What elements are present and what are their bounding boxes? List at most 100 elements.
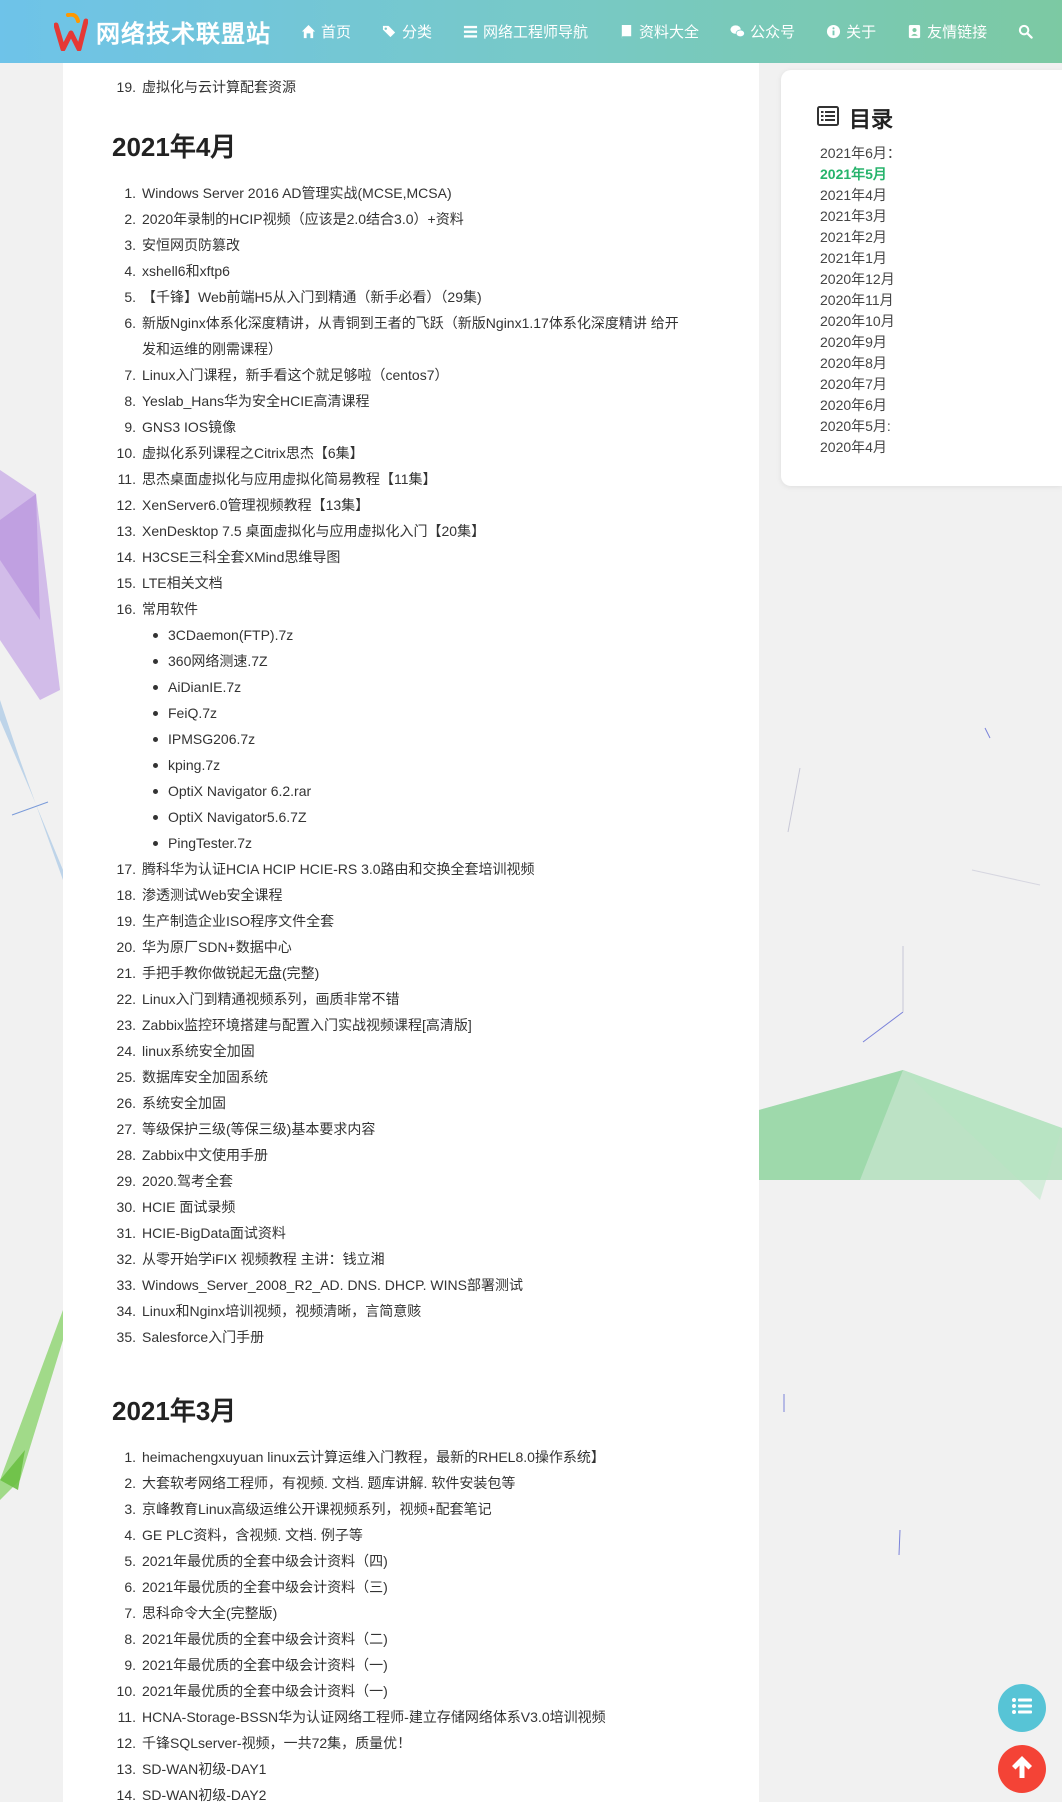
list-item[interactable]: 17. 腾科华为认证HCIA HCIP HCIE-RS 3.0路由和交换全套培训视… [112, 856, 692, 882]
toc-link[interactable]: 2021年6月： [820, 143, 901, 164]
list-item[interactable]: 31. HCIE-BigData面试资料 [112, 1220, 692, 1246]
list-item[interactable]: 29. 2020.驾考全套 [112, 1168, 692, 1194]
list-item[interactable]: 1. heimachengxuyuan linux云计算运维入门教程，最新的RHE… [112, 1444, 692, 1470]
list-item[interactable]: 35. Salesforce入门手册 [112, 1324, 692, 1350]
toc-link[interactable]: 2021年3月 [820, 206, 901, 227]
list-item[interactable]: 27. 等级保护三级(等保三级)基本要求内容 [112, 1116, 692, 1142]
list-item[interactable]: 18. 渗透测试Web安全课程 [112, 882, 692, 908]
list-item[interactable]: 7. 思科命令大全(完整版) [112, 1600, 692, 1626]
toc-link[interactable]: 2021年2月 [820, 227, 901, 248]
software-item[interactable]: 360网络测速.7Z [153, 648, 759, 674]
list-item[interactable]: 1. Windows Server 2016 AD管理实战(MCSE,MCSA) [112, 180, 692, 206]
info-icon [825, 24, 841, 40]
nav-categories[interactable]: 分类 [381, 21, 432, 42]
list-item[interactable]: 34. Linux和Nginx培训视频，视频清晰，言简意赅 [112, 1298, 692, 1324]
list-item-text: 安恒网页防篡改 [142, 237, 240, 253]
list-item[interactable]: 25. 数据库安全加固系统 [112, 1064, 692, 1090]
list-item-text: 2021年最优质的全套中级会计资料（二) [142, 1631, 388, 1647]
list-item[interactable]: 4. xshell6和xftp6 [112, 258, 692, 284]
list-item[interactable]: 3. 京峰教育Linux高级运维公开课视频系列，视频+配套笔记 [112, 1496, 692, 1522]
list-item[interactable]: 15. LTE相关文档 [112, 570, 692, 596]
nav-about[interactable]: 关于 [825, 21, 876, 42]
list-item[interactable]: 28. Zabbix中文使用手册 [112, 1142, 692, 1168]
list-item[interactable]: 11. HCNA-Storage-BSSN华为认证网络工程师-建立存储网络体系V3… [112, 1704, 692, 1730]
list-item-text: 2020.驾考全套 [142, 1173, 234, 1189]
list-item[interactable]: 9. 2021年最优质的全套中级会计资料（一) [112, 1652, 692, 1678]
toc-link[interactable]: 2020年7月 [820, 374, 901, 395]
software-item[interactable]: PingTester.7z [153, 830, 759, 856]
list-item[interactable]: 7. Linux入门课程，新手看这个就足够啦（centos7） [112, 362, 692, 388]
list-item[interactable]: 16. 常用软件 [112, 596, 692, 622]
toc-link[interactable]: 2020年4月 [820, 437, 901, 458]
list-item[interactable]: 30. HCIE 面试录频 [112, 1194, 692, 1220]
list-item-text: 大套软考网络工程师，有视频. 文档. 题库讲解. 软件安装包等 [142, 1475, 516, 1491]
nav-wechat[interactable]: 公众号 [729, 21, 795, 42]
toc-header: 目录 [817, 102, 893, 134]
list-item[interactable]: 11. 思杰桌面虚拟化与应用虚拟化简易教程【11集】 [112, 466, 692, 492]
list-item[interactable]: 20. 华为原厂SDN+数据中心 [112, 934, 692, 960]
list-item[interactable]: 12. 千锋SQLserver-视频，一共72集，质量优！ [112, 1730, 692, 1756]
toc-link[interactable]: 2020年12月 [820, 269, 901, 290]
nav-home[interactable]: 首页 [300, 21, 351, 42]
list-item[interactable]: 21. 手把手教你做锐起无盘(完整) [112, 960, 692, 986]
list-item[interactable]: 13. XenDesktop 7.5 桌面虚拟化与应用虚拟化入门【20集】 [112, 518, 692, 544]
list-item[interactable]: 6. 新版Nginx体系化深度精讲，从青铜到王者的飞跃（新版Nginx1.17体系… [112, 310, 692, 362]
list-item[interactable]: 3. 安恒网页防篡改 [112, 232, 692, 258]
toc-link[interactable]: 2021年5月 [820, 164, 901, 185]
list-item[interactable]: 12. XenServer6.0管理视频教程【13集】 [112, 492, 692, 518]
list-item-text: 新版Nginx体系化深度精讲，从青铜到王者的飞跃（新版Nginx1.17体系化深… [142, 315, 679, 357]
list-item-text: Yeslab_Hans华为安全HCIE高清课程 [142, 393, 370, 409]
toc-link[interactable]: 2021年1月 [820, 248, 901, 269]
toc-link[interactable]: 2020年9月 [820, 332, 901, 353]
search-button[interactable] [1017, 24, 1038, 40]
list-item[interactable]: 24. linux系统安全加固 [112, 1038, 692, 1064]
list-item[interactable]: 8. Yeslab_Hans华为安全HCIE高清课程 [112, 388, 692, 414]
list-item[interactable]: 13. SD-WAN初级-DAY1 [112, 1756, 692, 1782]
list-item[interactable]: 6. 2021年最优质的全套中级会计资料（三) [112, 1574, 692, 1600]
software-item[interactable]: AiDianIE.7z [153, 674, 759, 700]
list-item-text: Windows_Server_2008_R2_AD. DNS. DHCP. WI… [142, 1277, 523, 1293]
software-item[interactable]: 3CDaemon(FTP).7z [153, 622, 759, 648]
toc-toggle-button[interactable] [998, 1684, 1046, 1732]
list-item-text: SD-WAN初级-DAY1 [142, 1761, 267, 1777]
list-item[interactable]: 5. 【千锋】Web前端H5从入门到精通（新手必看）（29集) [112, 284, 692, 310]
list-item[interactable]: 4. GE PLC资料，含视频. 文档. 例子等 [112, 1522, 692, 1548]
list-item[interactable]: 23. Zabbix监控环境搭建与配置入门实战视频课程[高清版] [112, 1012, 692, 1038]
list-item[interactable]: 5. 2021年最优质的全套中级会计资料（四) [112, 1548, 692, 1574]
list-item[interactable]: 10. 2021年最优质的全套中级会计资料（一) [112, 1678, 692, 1704]
toc-link[interactable]: 2020年11月 [820, 290, 901, 311]
software-item[interactable]: OptiX Navigator5.6.7Z [153, 804, 759, 830]
list-item-text: HCIE 面试录频 [142, 1199, 236, 1215]
toc-link[interactable]: 2020年8月 [820, 353, 901, 374]
list-item[interactable]: 10. 虚拟化系列课程之Citrix思杰【6集】 [112, 440, 692, 466]
list-item[interactable]: 8. 2021年最优质的全套中级会计资料（二) [112, 1626, 692, 1652]
site-logo[interactable]: 网络技术联盟站 [53, 12, 271, 51]
toc-link[interactable]: 2020年6月 [820, 395, 901, 416]
back-to-top-button[interactable] [998, 1745, 1046, 1793]
list-item[interactable]: 33. Windows_Server_2008_R2_AD. DNS. DHCP.… [112, 1272, 692, 1298]
toc-link[interactable]: 2020年5月: [820, 416, 901, 437]
list-item[interactable]: 14. SD-WAN初级-DAY2 [112, 1782, 692, 1802]
software-item[interactable]: IPMSG206.7z [153, 726, 759, 752]
list-item[interactable]: 19. 生产制造企业ISO程序文件全套 [112, 908, 692, 934]
list-item[interactable]: 22. Linux入门到精通视频系列，画质非常不错 [112, 986, 692, 1012]
software-item[interactable]: OptiX Navigator 6.2.rar [153, 778, 759, 804]
nav-resources[interactable]: 资料大全 [618, 21, 699, 42]
list-item[interactable]: 9. GNS3 IOS镜像 [112, 414, 692, 440]
list-item-text: HCNA-Storage-BSSN华为认证网络工程师-建立存储网络体系V3.0培… [142, 1709, 606, 1725]
list-item[interactable]: 2. 2020年录制的HCIP视频（应该是2.0结合3.0）+资料 [112, 206, 692, 232]
list-item[interactable]: 26. 系统安全加固 [112, 1090, 692, 1116]
list-item[interactable]: 32. 从零开始学iFIX 视频教程 主讲：钱立湘 [112, 1246, 692, 1272]
software-item[interactable]: FeiQ.7z [153, 700, 759, 726]
toc-link[interactable]: 2020年10月 [820, 311, 901, 332]
home-icon [300, 24, 316, 40]
list-item[interactable]: 14. H3CSE三科全套XMind思维导图 [112, 544, 692, 570]
site-title: 网络技术联盟站 [96, 21, 271, 48]
software-item[interactable]: kping.7z [153, 752, 759, 778]
list-item-text: 渗透测试Web安全课程 [142, 887, 283, 903]
toc-link[interactable]: 2021年4月 [820, 185, 901, 206]
nav-engineer-guide[interactable]: 网络工程师导航 [462, 21, 588, 42]
nav-about-label: 关于 [846, 24, 877, 41]
list-item[interactable]: 2. 大套软考网络工程师，有视频. 文档. 题库讲解. 软件安装包等 [112, 1470, 692, 1496]
nav-friend-links[interactable]: 友情链接 [906, 21, 987, 42]
